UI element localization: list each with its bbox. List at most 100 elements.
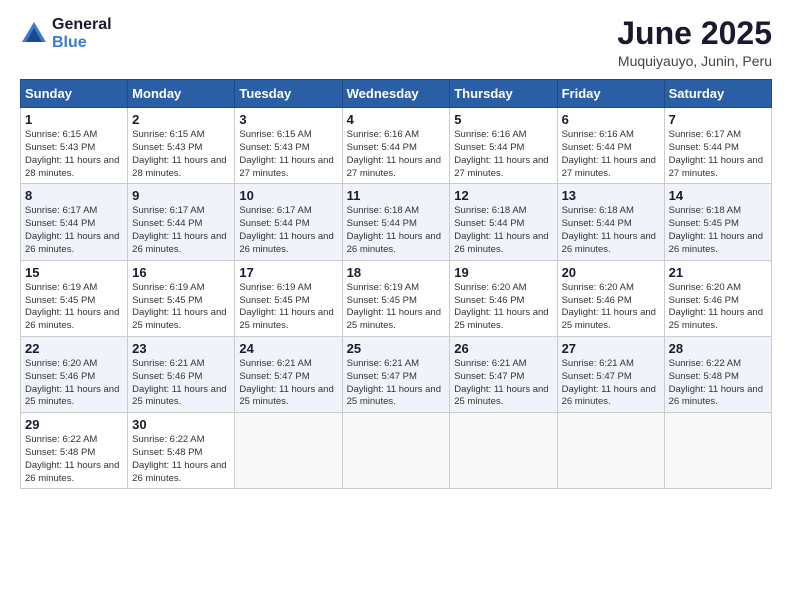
day-number: 11 — [347, 188, 446, 203]
day-number: 20 — [562, 265, 660, 280]
calendar-table: SundayMondayTuesdayWednesdayThursdayFrid… — [20, 79, 772, 489]
calendar-cell: 8 Sunrise: 6:17 AM Sunset: 5:44 PM Daylig… — [21, 184, 128, 260]
header: General Blue June 2025 Muquiyauyo, Junin… — [20, 16, 772, 69]
calendar-cell: 11Sunrise: 6:18 AM Sunset: 5:44 PM Dayli… — [342, 184, 450, 260]
calendar-cell — [450, 413, 557, 489]
calendar-cell: 29 Sunrise: 6:22 AM Sunset: 5:48 PM Dayli… — [21, 413, 128, 489]
day-number: 28 — [669, 341, 767, 356]
calendar-subtitle: Muquiyauyo, Junin, Peru — [617, 53, 772, 69]
logo-icon — [20, 20, 48, 48]
calendar-cell — [557, 413, 664, 489]
day-number: 24 — [239, 341, 337, 356]
day-info: Sunrise: 6:20 AM Sunset: 5:46 PM Dayligh… — [454, 282, 552, 333]
calendar-week-row: 8 Sunrise: 6:17 AM Sunset: 5:44 PM Daylig… — [21, 184, 772, 260]
title-block: June 2025 Muquiyauyo, Junin, Peru — [617, 16, 772, 69]
day-info: Sunrise: 6:18 AM Sunset: 5:44 PM Dayligh… — [562, 205, 660, 256]
calendar-cell: 14 Sunrise: 6:18 AM Sunset: 5:45 PM Dayli… — [664, 184, 771, 260]
day-number: 15 — [25, 265, 123, 280]
header-day-saturday: Saturday — [664, 80, 771, 108]
calendar-cell: 16Sunrise: 6:19 AM Sunset: 5:45 PM Dayli… — [128, 260, 235, 336]
day-number: 19 — [454, 265, 552, 280]
calendar-cell — [664, 413, 771, 489]
header-day-tuesday: Tuesday — [235, 80, 342, 108]
day-number: 13 — [562, 188, 660, 203]
day-number: 4 — [347, 112, 446, 127]
calendar-cell: 30Sunrise: 6:22 AM Sunset: 5:48 PM Dayli… — [128, 413, 235, 489]
day-info: Sunrise: 6:21 AM Sunset: 5:47 PM Dayligh… — [239, 358, 337, 409]
day-number: 5 — [454, 112, 552, 127]
logo: General Blue — [20, 16, 112, 51]
day-info: Sunrise: 6:22 AM Sunset: 5:48 PM Dayligh… — [669, 358, 767, 409]
calendar-week-row: 1Sunrise: 6:15 AM Sunset: 5:43 PM Daylig… — [21, 108, 772, 184]
day-info: Sunrise: 6:19 AM Sunset: 5:45 PM Dayligh… — [347, 282, 446, 333]
day-number: 2 — [132, 112, 230, 127]
day-number: 7 — [669, 112, 767, 127]
day-info: Sunrise: 6:17 AM Sunset: 5:44 PM Dayligh… — [25, 205, 123, 256]
calendar-week-row: 29 Sunrise: 6:22 AM Sunset: 5:48 PM Dayli… — [21, 413, 772, 489]
calendar-cell: 26 Sunrise: 6:21 AM Sunset: 5:47 PM Dayli… — [450, 336, 557, 412]
day-number: 23 — [132, 341, 230, 356]
header-day-wednesday: Wednesday — [342, 80, 450, 108]
day-info: Sunrise: 6:18 AM Sunset: 5:45 PM Dayligh… — [669, 205, 767, 256]
calendar-cell — [342, 413, 450, 489]
calendar-cell: 27 Sunrise: 6:21 AM Sunset: 5:47 PM Dayli… — [557, 336, 664, 412]
day-number: 8 — [25, 188, 123, 203]
day-info: Sunrise: 6:20 AM Sunset: 5:46 PM Dayligh… — [25, 358, 123, 409]
day-info: Sunrise: 6:19 AM Sunset: 5:45 PM Dayligh… — [132, 282, 230, 333]
calendar-cell: 3Sunrise: 6:15 AM Sunset: 5:43 PM Daylig… — [235, 108, 342, 184]
day-info: Sunrise: 6:20 AM Sunset: 5:46 PM Dayligh… — [562, 282, 660, 333]
day-number: 17 — [239, 265, 337, 280]
calendar-cell: 5 Sunrise: 6:16 AM Sunset: 5:44 PM Daylig… — [450, 108, 557, 184]
day-number: 6 — [562, 112, 660, 127]
day-info: Sunrise: 6:20 AM Sunset: 5:46 PM Dayligh… — [669, 282, 767, 333]
day-info: Sunrise: 6:21 AM Sunset: 5:46 PM Dayligh… — [132, 358, 230, 409]
calendar-cell: 1Sunrise: 6:15 AM Sunset: 5:43 PM Daylig… — [21, 108, 128, 184]
day-number: 22 — [25, 341, 123, 356]
calendar-cell: 10Sunrise: 6:17 AM Sunset: 5:44 PM Dayli… — [235, 184, 342, 260]
day-info: Sunrise: 6:17 AM Sunset: 5:44 PM Dayligh… — [239, 205, 337, 256]
calendar-week-row: 15 Sunrise: 6:19 AM Sunset: 5:45 PM Dayli… — [21, 260, 772, 336]
calendar-cell: 21 Sunrise: 6:20 AM Sunset: 5:46 PM Dayli… — [664, 260, 771, 336]
day-info: Sunrise: 6:16 AM Sunset: 5:44 PM Dayligh… — [347, 129, 446, 180]
calendar-header-row: SundayMondayTuesdayWednesdayThursdayFrid… — [21, 80, 772, 108]
calendar-cell: 9 Sunrise: 6:17 AM Sunset: 5:44 PM Daylig… — [128, 184, 235, 260]
calendar-cell: 6 Sunrise: 6:16 AM Sunset: 5:44 PM Daylig… — [557, 108, 664, 184]
calendar-cell: 23 Sunrise: 6:21 AM Sunset: 5:46 PM Dayli… — [128, 336, 235, 412]
day-number: 27 — [562, 341, 660, 356]
day-info: Sunrise: 6:16 AM Sunset: 5:44 PM Dayligh… — [562, 129, 660, 180]
day-info: Sunrise: 6:19 AM Sunset: 5:45 PM Dayligh… — [239, 282, 337, 333]
calendar-cell: 18Sunrise: 6:19 AM Sunset: 5:45 PM Dayli… — [342, 260, 450, 336]
header-day-friday: Friday — [557, 80, 664, 108]
calendar-cell: 19 Sunrise: 6:20 AM Sunset: 5:46 PM Dayli… — [450, 260, 557, 336]
day-info: Sunrise: 6:22 AM Sunset: 5:48 PM Dayligh… — [25, 434, 123, 485]
calendar-cell: 17 Sunrise: 6:19 AM Sunset: 5:45 PM Dayli… — [235, 260, 342, 336]
day-info: Sunrise: 6:15 AM Sunset: 5:43 PM Dayligh… — [239, 129, 337, 180]
logo-blue: Blue — [52, 34, 112, 52]
day-info: Sunrise: 6:21 AM Sunset: 5:47 PM Dayligh… — [347, 358, 446, 409]
day-info: Sunrise: 6:15 AM Sunset: 5:43 PM Dayligh… — [25, 129, 123, 180]
day-info: Sunrise: 6:21 AM Sunset: 5:47 PM Dayligh… — [562, 358, 660, 409]
header-day-sunday: Sunday — [21, 80, 128, 108]
day-number: 14 — [669, 188, 767, 203]
day-info: Sunrise: 6:16 AM Sunset: 5:44 PM Dayligh… — [454, 129, 552, 180]
calendar-cell — [235, 413, 342, 489]
calendar-cell: 25 Sunrise: 6:21 AM Sunset: 5:47 PM Dayli… — [342, 336, 450, 412]
day-info: Sunrise: 6:17 AM Sunset: 5:44 PM Dayligh… — [132, 205, 230, 256]
day-info: Sunrise: 6:19 AM Sunset: 5:45 PM Dayligh… — [25, 282, 123, 333]
day-number: 26 — [454, 341, 552, 356]
day-info: Sunrise: 6:15 AM Sunset: 5:43 PM Dayligh… — [132, 129, 230, 180]
calendar-week-row: 22 Sunrise: 6:20 AM Sunset: 5:46 PM Dayli… — [21, 336, 772, 412]
calendar-cell: 24 Sunrise: 6:21 AM Sunset: 5:47 PM Dayli… — [235, 336, 342, 412]
calendar-cell: 7Sunrise: 6:17 AM Sunset: 5:44 PM Daylig… — [664, 108, 771, 184]
calendar-title: June 2025 — [617, 16, 772, 51]
calendar-cell: 12Sunrise: 6:18 AM Sunset: 5:44 PM Dayli… — [450, 184, 557, 260]
day-number: 21 — [669, 265, 767, 280]
header-day-monday: Monday — [128, 80, 235, 108]
day-number: 25 — [347, 341, 446, 356]
day-number: 29 — [25, 417, 123, 432]
day-info: Sunrise: 6:21 AM Sunset: 5:47 PM Dayligh… — [454, 358, 552, 409]
day-info: Sunrise: 6:22 AM Sunset: 5:48 PM Dayligh… — [132, 434, 230, 485]
day-number: 9 — [132, 188, 230, 203]
day-info: Sunrise: 6:18 AM Sunset: 5:44 PM Dayligh… — [454, 205, 552, 256]
logo-text: General Blue — [52, 16, 112, 51]
